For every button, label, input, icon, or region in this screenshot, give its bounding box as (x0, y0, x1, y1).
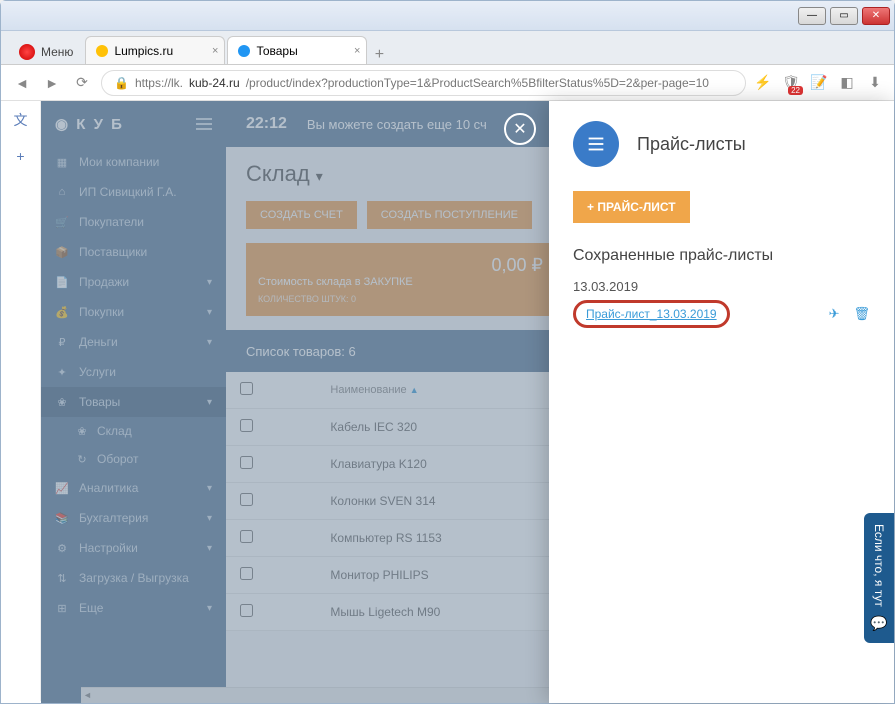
favicon-icon (96, 45, 108, 57)
list-icon (573, 121, 619, 167)
window-titlebar: — ▭ ✕ (1, 1, 894, 31)
close-tab-icon[interactable]: × (212, 45, 218, 57)
favicon-icon (238, 45, 250, 57)
highlight-ring: Прайс-лист_13.03.2019 (573, 300, 730, 328)
tab-label: Lumpics.ru (114, 44, 173, 58)
badge-count: 22 (788, 86, 803, 95)
browser-tab-tovary[interactable]: Товары × (227, 36, 367, 64)
close-window-button[interactable]: ✕ (862, 7, 890, 25)
close-panel-button[interactable]: ✕ (504, 113, 536, 145)
url-path: /product/index?productionType=1&ProductS… (246, 76, 709, 90)
opera-menu-button[interactable]: Меню (9, 40, 83, 64)
panel-title: Прайс-листы (637, 134, 746, 155)
reload-button[interactable]: ⟳ (71, 72, 93, 94)
opera-logo-icon (19, 44, 35, 60)
browser-sidebar: 文 + (1, 101, 41, 701)
new-tab-button[interactable]: + (369, 46, 389, 64)
price-list-link[interactable]: Прайс-лист_13.03.2019 (586, 307, 717, 321)
price-lists-panel: Прайс-листы + ПРАЙС-ЛИСТ Сохраненные пра… (549, 101, 894, 703)
feedback-tab[interactable]: Если что, я тут 💬 (864, 513, 894, 643)
close-tab-icon[interactable]: × (354, 45, 360, 57)
menu-label: Меню (41, 45, 73, 59)
maximize-button[interactable]: ▭ (830, 7, 858, 25)
address-bar: ◄ ► ⟳ 🔒 https://lk. kub-24.ru/product/ind… (1, 65, 894, 101)
note-icon[interactable]: 📝 (810, 74, 828, 92)
saved-date: 13.03.2019 (573, 279, 870, 294)
extension-icon[interactable]: ⚡ (754, 74, 772, 92)
chat-icon: 💬 (870, 615, 887, 632)
send-icon[interactable]: ✈ (829, 306, 840, 322)
download-icon[interactable]: ⬇ (866, 74, 884, 92)
back-button[interactable]: ◄ (11, 72, 33, 94)
translate-icon[interactable]: 文 (10, 109, 32, 131)
sidebar-toggle-icon[interactable]: ◧ (838, 74, 856, 92)
url-domain: kub-24.ru (189, 76, 240, 90)
forward-button[interactable]: ► (41, 72, 63, 94)
saved-lists-heading: Сохраненные прайс-листы (573, 247, 870, 265)
shield-icon[interactable]: 🛡22 (782, 74, 800, 92)
lock-icon: 🔒 (114, 76, 129, 90)
tab-label: Товары (256, 44, 297, 58)
delete-icon[interactable]: 🗑 (853, 306, 870, 322)
url-field[interactable]: 🔒 https://lk. kub-24.ru/product/index?pro… (101, 70, 746, 96)
add-sidebar-icon[interactable]: + (10, 145, 32, 167)
browser-tab-lumpics[interactable]: Lumpics.ru × (85, 36, 225, 64)
minimize-button[interactable]: — (798, 7, 826, 25)
tab-strip: Меню Lumpics.ru × Товары × + (1, 31, 894, 65)
add-price-list-button[interactable]: + ПРАЙС-ЛИСТ (573, 191, 690, 223)
url-scheme: https://lk. (135, 76, 183, 90)
